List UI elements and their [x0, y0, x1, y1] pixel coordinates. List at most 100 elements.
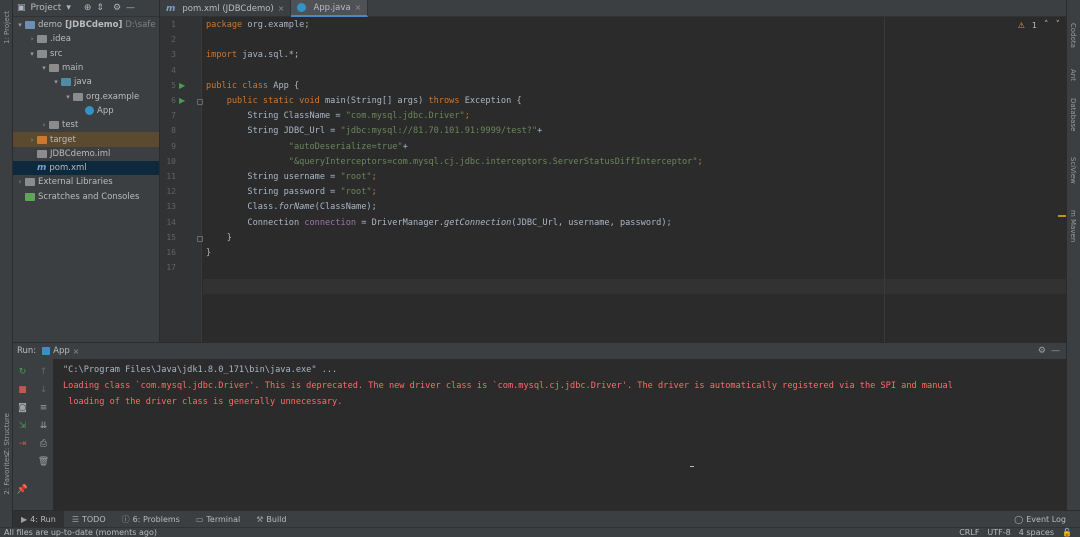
- folder-icon: [73, 92, 83, 101]
- maven-tool-tab[interactable]: m Maven: [1066, 205, 1080, 247]
- exit-icon[interactable]: ⇥: [16, 437, 29, 450]
- encoding-widget[interactable]: UTF-8: [987, 528, 1010, 537]
- gear-icon[interactable]: ⚙: [1038, 346, 1046, 356]
- scroll-to-end-icon[interactable]: ⇊: [37, 419, 50, 432]
- ant-tool-tab[interactable]: Ant: [1066, 60, 1080, 90]
- bottom-tab[interactable]: ⚒ Build: [248, 511, 294, 528]
- code-token: ;: [371, 172, 377, 182]
- chevron-down-icon[interactable]: ▾: [66, 3, 71, 13]
- tree-item[interactable]: ▾ demo [JDBCdemo] D:\safe: [13, 18, 159, 32]
- bottom-tab[interactable]: ☰ TODO: [64, 511, 114, 528]
- tree-item-label: main: [62, 63, 84, 74]
- up-arrow-icon[interactable]: ↑: [37, 365, 50, 378]
- soft-wrap-icon[interactable]: ≡: [37, 401, 50, 414]
- status-message[interactable]: All files are up-to-date (moments ago): [4, 528, 157, 537]
- favorites-tool-tab[interactable]: 2: Favorites: [0, 450, 13, 498]
- database-tool-tab[interactable]: Database: [1066, 95, 1080, 135]
- code-token: String username =: [206, 172, 341, 182]
- tree-item[interactable]: ▾ main: [13, 61, 159, 75]
- tree-item[interactable]: Scratches and Consoles: [13, 190, 159, 204]
- code-line: Connection connection = DriverManager.ge…: [206, 218, 671, 228]
- inspection-widget[interactable]: ⚠ 1 ˄ ˅: [1018, 20, 1060, 30]
- chevron-down-icon[interactable]: ▾: [15, 21, 25, 29]
- console-line: "C:\Program Files\Java\jdk1.8.0_171\bin\…: [63, 365, 338, 375]
- warning-icon: ⚠: [1017, 20, 1025, 30]
- editor-tab-bar: m pom.xml (JDBCdemo) × App.java ×: [160, 0, 1066, 17]
- line-separator-widget[interactable]: CRLF: [959, 528, 979, 537]
- locate-icon[interactable]: ⊕: [84, 3, 92, 13]
- editor-tab[interactable]: m pom.xml (JDBCdemo) ×: [160, 0, 292, 17]
- error-stripe-mark[interactable]: [1058, 215, 1066, 217]
- status-widgets: CRLF UTF-8 4 spaces 🔓: [959, 528, 1072, 537]
- minimize-icon[interactable]: —: [126, 3, 135, 13]
- indent-widget[interactable]: 4 spaces: [1019, 528, 1054, 537]
- editor-tab-label: pom.xml (JDBCdemo): [182, 3, 274, 14]
- close-icon[interactable]: ×: [73, 347, 80, 356]
- camera-icon[interactable]: ◙: [16, 401, 29, 414]
- tree-item[interactable]: › test: [13, 118, 159, 132]
- line-number: 9: [171, 141, 176, 151]
- rerun-icon[interactable]: ↻: [16, 365, 29, 378]
- bottom-tab[interactable]: ▭ Terminal: [188, 511, 248, 528]
- tree-item[interactable]: › target: [13, 132, 159, 147]
- tree-item[interactable]: ▾ src: [13, 47, 159, 61]
- event-log-tab[interactable]: ◯ Event Log: [1014, 515, 1066, 524]
- tree-item-label: pom.xml: [49, 163, 87, 174]
- lock-icon[interactable]: 🔓: [1062, 528, 1072, 537]
- project-panel-title[interactable]: Project: [31, 3, 62, 13]
- trash-icon[interactable]: 🗑: [37, 455, 50, 468]
- play-icon: ▶: [21, 514, 28, 524]
- chevron-right-icon[interactable]: ›: [39, 121, 49, 129]
- chevron-down-icon[interactable]: ▾: [51, 78, 61, 86]
- down-arrow-icon[interactable]: ↓: [37, 383, 50, 396]
- folder-icon: [37, 135, 47, 144]
- line-number: 11: [166, 172, 176, 181]
- bottom-tab[interactable]: ▶ 4: Run: [13, 510, 64, 528]
- chevron-right-icon[interactable]: ›: [15, 178, 25, 186]
- sciview-tool-tab[interactable]: SciView: [1066, 150, 1080, 190]
- run-console[interactable]: "C:\Program Files\Java\jdk1.8.0_171\bin\…: [53, 359, 1066, 510]
- bottom-tab[interactable]: ⓘ 6: Problems: [114, 511, 188, 528]
- gear-icon[interactable]: ⚙: [113, 3, 121, 13]
- tree-item[interactable]: ▾ org.example: [13, 89, 159, 103]
- restore-layout-icon[interactable]: ⇲: [16, 419, 29, 432]
- line-number: 2: [171, 35, 176, 45]
- code-token: import: [206, 50, 243, 61]
- chevron-right-icon[interactable]: ›: [27, 136, 37, 144]
- run-gutter-icon[interactable]: ▶: [179, 81, 185, 90]
- close-icon[interactable]: ×: [355, 3, 362, 12]
- tree-item[interactable]: App: [13, 104, 159, 118]
- run-config-label: App: [53, 346, 70, 356]
- tree-item[interactable]: JDBCdemo.iml: [13, 147, 159, 161]
- run-config-tab[interactable]: App ×: [42, 346, 79, 356]
- tree-item[interactable]: › .idea: [13, 32, 159, 46]
- codota-tool-tab[interactable]: Codota: [1066, 20, 1080, 50]
- chevron-down-icon[interactable]: ▾: [63, 93, 73, 101]
- close-icon[interactable]: ×: [278, 4, 285, 13]
- chevron-up-icon[interactable]: ˄: [1044, 20, 1049, 30]
- bottom-tab-list: ▶ 4: Run ☰ TODO ⓘ 6: Problems ▭ Terminal ⚒ Build: [13, 510, 294, 528]
- pin-icon[interactable]: 📌: [16, 483, 29, 496]
- bottom-tab-label: 6: Problems: [132, 514, 180, 524]
- minimize-icon[interactable]: —: [1051, 346, 1060, 356]
- run-gutter-icon[interactable]: ▶: [179, 96, 185, 105]
- project-tool-tab[interactable]: 1: Project: [0, 4, 13, 50]
- chevron-down-icon[interactable]: ▾: [27, 50, 37, 58]
- print-icon[interactable]: ⎙: [37, 437, 50, 450]
- code-line: package org.example;: [206, 20, 310, 30]
- collapse-icon[interactable]: ⇕: [96, 3, 104, 13]
- tree-item-label: org.example: [86, 91, 140, 102]
- tree-item[interactable]: m pom.xml: [13, 160, 159, 176]
- code-editor[interactable]: package org.example; import java.sql.*; pu…: [203, 17, 1066, 342]
- tree-item[interactable]: › External Libraries: [13, 175, 159, 189]
- code-line: String ClassName = "com.mysql.jdbc.Drive…: [206, 111, 470, 121]
- chevron-right-icon[interactable]: ›: [27, 35, 37, 43]
- bottom-tab-label: TODO: [82, 514, 106, 524]
- code-token: String ClassName =: [206, 111, 346, 122]
- project-panel: ▣ Project ▾ ⊕ ⇕ ⚙ — ▾ demo [JDBCdemo] D:\sa…: [13, 0, 160, 342]
- editor-tab[interactable]: App.java ×: [291, 0, 369, 17]
- chevron-down-icon[interactable]: ˅: [1056, 20, 1061, 30]
- chevron-down-icon[interactable]: ▾: [39, 64, 49, 72]
- tree-item[interactable]: ▾ java: [13, 75, 159, 89]
- stop-icon[interactable]: ■: [16, 383, 29, 396]
